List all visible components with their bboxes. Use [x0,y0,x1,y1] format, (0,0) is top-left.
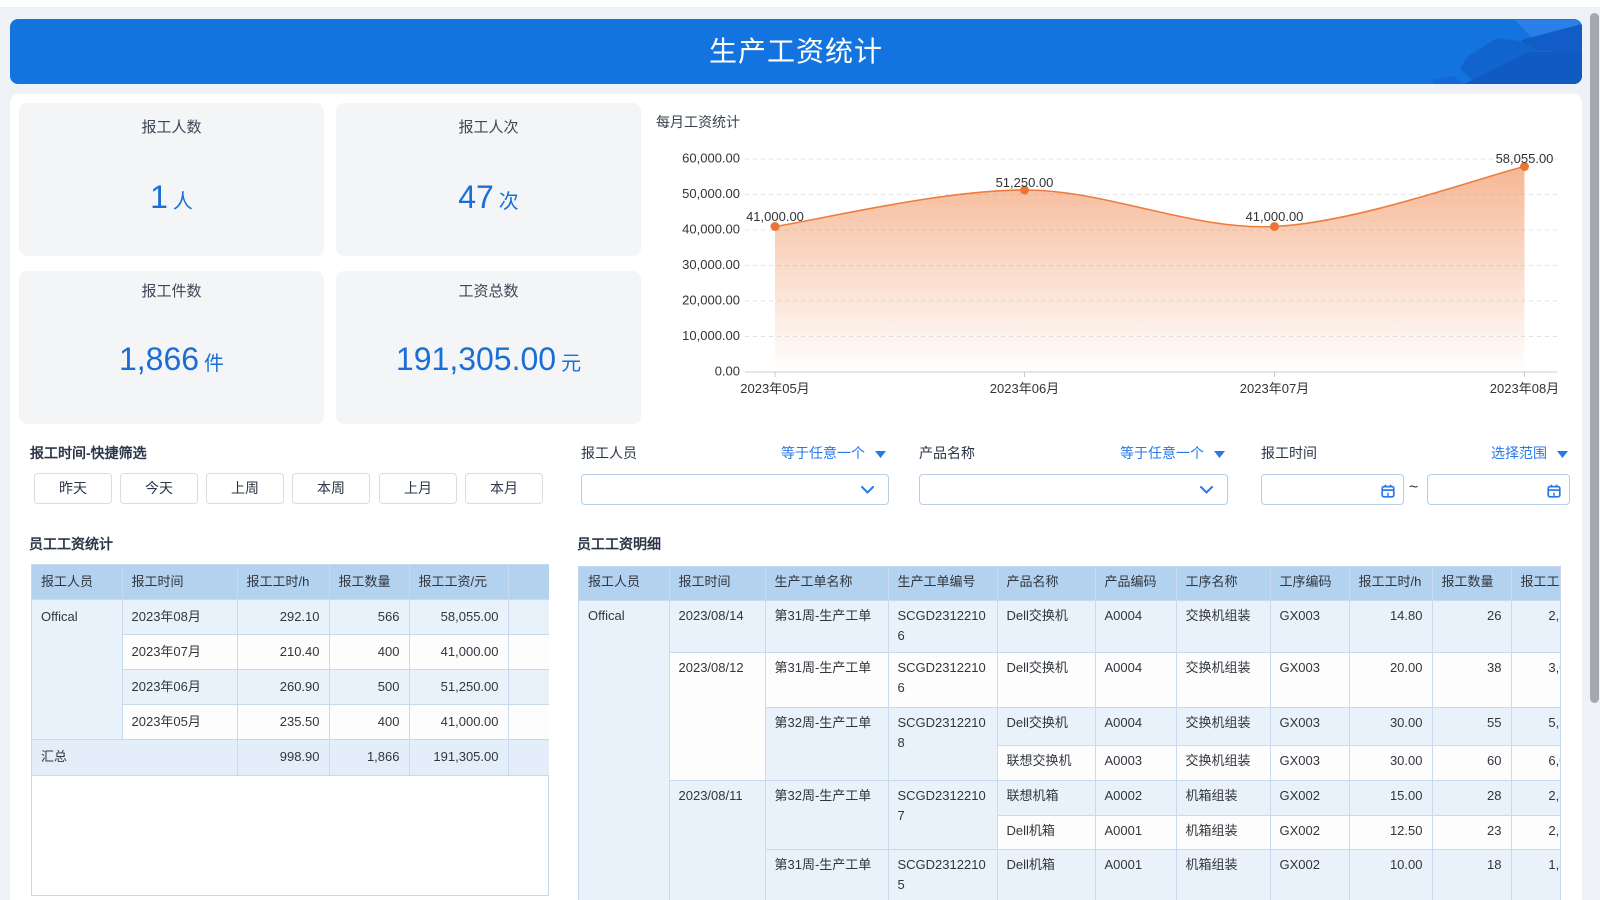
svg-text:50,000.00: 50,000.00 [682,186,740,201]
svg-text:20,000.00: 20,000.00 [682,293,740,308]
svg-text:0.00: 0.00 [715,364,740,379]
svg-text:2023年08月: 2023年08月 [1490,381,1559,396]
svg-text:60,000.00: 60,000.00 [682,151,740,166]
svg-text:2023年06月: 2023年06月 [990,381,1059,396]
svg-text:41,000.00: 41,000.00 [746,209,804,224]
svg-text:40,000.00: 40,000.00 [682,222,740,237]
svg-text:51,250.00: 51,250.00 [996,175,1054,190]
svg-text:41,000.00: 41,000.00 [1246,209,1304,224]
svg-text:30,000.00: 30,000.00 [682,257,740,272]
svg-text:2023年05月: 2023年05月 [740,381,809,396]
svg-text:10,000.00: 10,000.00 [682,328,740,343]
svg-text:2023年07月: 2023年07月 [1240,381,1309,396]
svg-text:58,055.00: 58,055.00 [1496,151,1554,166]
